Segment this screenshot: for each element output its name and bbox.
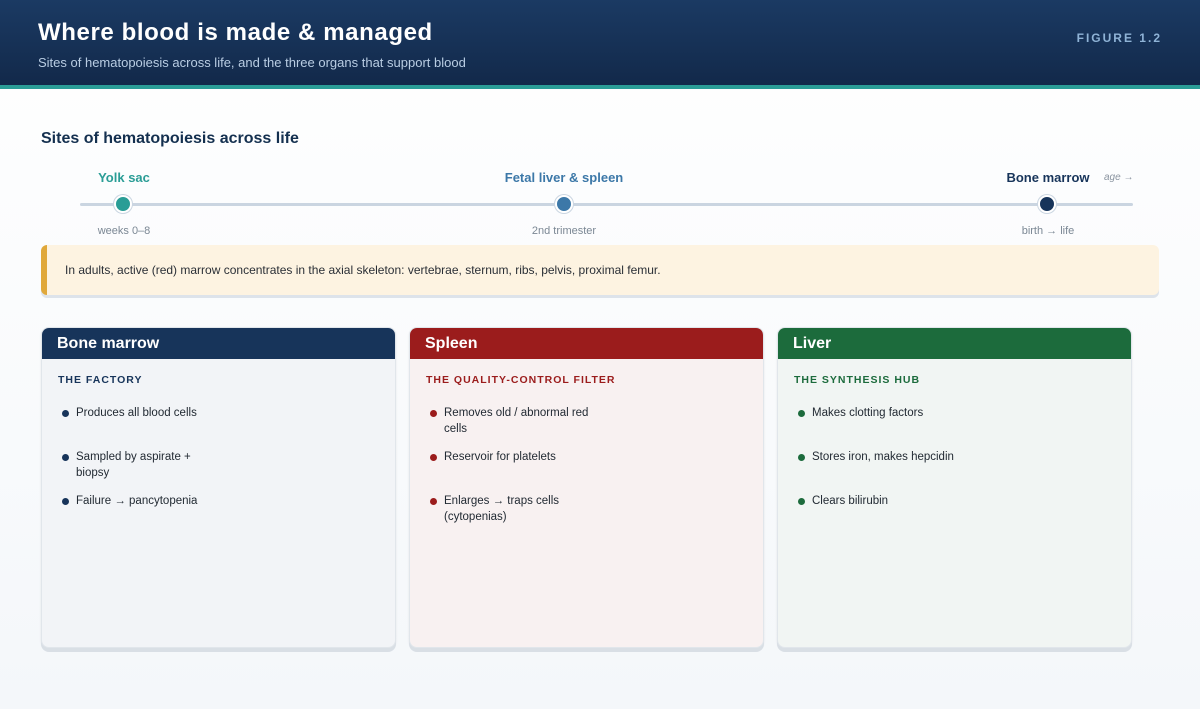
timeline-stage-yolk-sac-period: weeks 0–8 <box>97 225 151 237</box>
list-item: Reservoir for platelets <box>430 449 750 493</box>
note-text: In adults, active (red) marrow concentra… <box>65 263 661 277</box>
list-item: Sampled by aspirate + biopsy <box>62 449 382 493</box>
header-banner: Where blood is made & managed Sites of h… <box>0 0 1200 85</box>
list-item: Removes old / abnormal red cells <box>430 405 750 449</box>
figure-label: FIGURE 1.2 <box>1076 31 1162 45</box>
timeline-axis-label: age → <box>1104 172 1134 183</box>
bullet-text: Makes clotting factors <box>812 407 924 419</box>
timeline-stage-bone-marrow-name: Bone marrow <box>1006 170 1090 185</box>
timeline-stage-fetal-liver-name: Fetal liver & spleen <box>504 170 624 185</box>
bullet-dot <box>798 454 805 461</box>
list-item: Clears bilirubin <box>798 493 1118 537</box>
timeline-stage-fetal-liver-period: 2nd trimester <box>531 225 597 237</box>
organ-card-role: THE FACTORY <box>58 374 143 386</box>
organ-card-header: Bone marrow <box>42 328 395 359</box>
timeline-stage-yolk-sac-dot <box>114 195 132 213</box>
hematopoiesis-timeline: Yolk sac weeks 0–8 Fetal liver & spleen … <box>0 160 1200 240</box>
organ-card-bullets: Produces all blood cells Sampled by aspi… <box>62 405 382 537</box>
organ-card-liver: Liver THE SYNTHESIS HUB Makes clotting f… <box>777 327 1132 648</box>
bullet-text: Sampled by aspirate + biopsy <box>76 451 191 479</box>
bullet-dot <box>798 498 805 505</box>
organ-card-role: THE SYNTHESIS HUB <box>794 374 921 386</box>
adult-marrow-note: In adults, active (red) marrow concentra… <box>41 245 1159 295</box>
organ-card-bone-marrow: Bone marrow THE FACTORY Produces all blo… <box>41 327 396 648</box>
timeline-stage-yolk-sac-name: Yolk sac <box>98 170 150 185</box>
organ-card-bullets: Makes clotting factors Stores iron, make… <box>798 405 1118 537</box>
header-accent-strip <box>0 85 1200 89</box>
organ-card-spleen: Spleen THE QUALITY-CONTROL FILTER Remove… <box>409 327 764 648</box>
timeline-stage-bone-marrow-period: birth → life <box>1021 225 1075 237</box>
bullet-text: Clears bilirubin <box>812 495 889 507</box>
bullet-text: Enlarges → traps cells (cytopenias) <box>444 495 560 523</box>
list-item: Enlarges → traps cells (cytopenias) <box>430 493 750 537</box>
list-item: Produces all blood cells <box>62 405 382 449</box>
bullet-text: Failure → pancytopenia <box>76 495 198 507</box>
bullet-text: Stores iron, makes hepcidin <box>812 451 954 463</box>
organ-card-bullets: Removes old / abnormal red cells Reservo… <box>430 405 750 537</box>
list-item: Stores iron, makes hepcidin <box>798 449 1118 493</box>
bullet-dot <box>430 454 437 461</box>
bullet-dot <box>62 410 69 417</box>
bullet-dot <box>798 410 805 417</box>
page-subtitle: Sites of hematopoiesis across life, and … <box>38 55 466 70</box>
bullet-dot <box>62 498 69 505</box>
timeline-stage-bone-marrow-dot <box>1038 195 1056 213</box>
bullet-text: Removes old / abnormal red cells <box>444 407 589 435</box>
timeline-stage-fetal-liver-dot <box>555 195 573 213</box>
bullet-dot <box>430 410 437 417</box>
organ-card-role: THE QUALITY-CONTROL FILTER <box>426 374 616 386</box>
organ-card-header: Spleen <box>410 328 763 359</box>
bullet-dot <box>62 454 69 461</box>
timeline-section-title: Sites of hematopoiesis across life <box>41 130 299 147</box>
bullet-text: Reservoir for platelets <box>444 451 556 463</box>
page-title: Where blood is made & managed <box>38 19 433 46</box>
list-item: Makes clotting factors <box>798 405 1118 449</box>
list-item: Failure → pancytopenia <box>62 493 382 537</box>
bullet-dot <box>430 498 437 505</box>
bullet-text: Produces all blood cells <box>76 407 197 419</box>
timeline-track <box>80 203 1133 206</box>
organ-card-header: Liver <box>778 328 1131 359</box>
